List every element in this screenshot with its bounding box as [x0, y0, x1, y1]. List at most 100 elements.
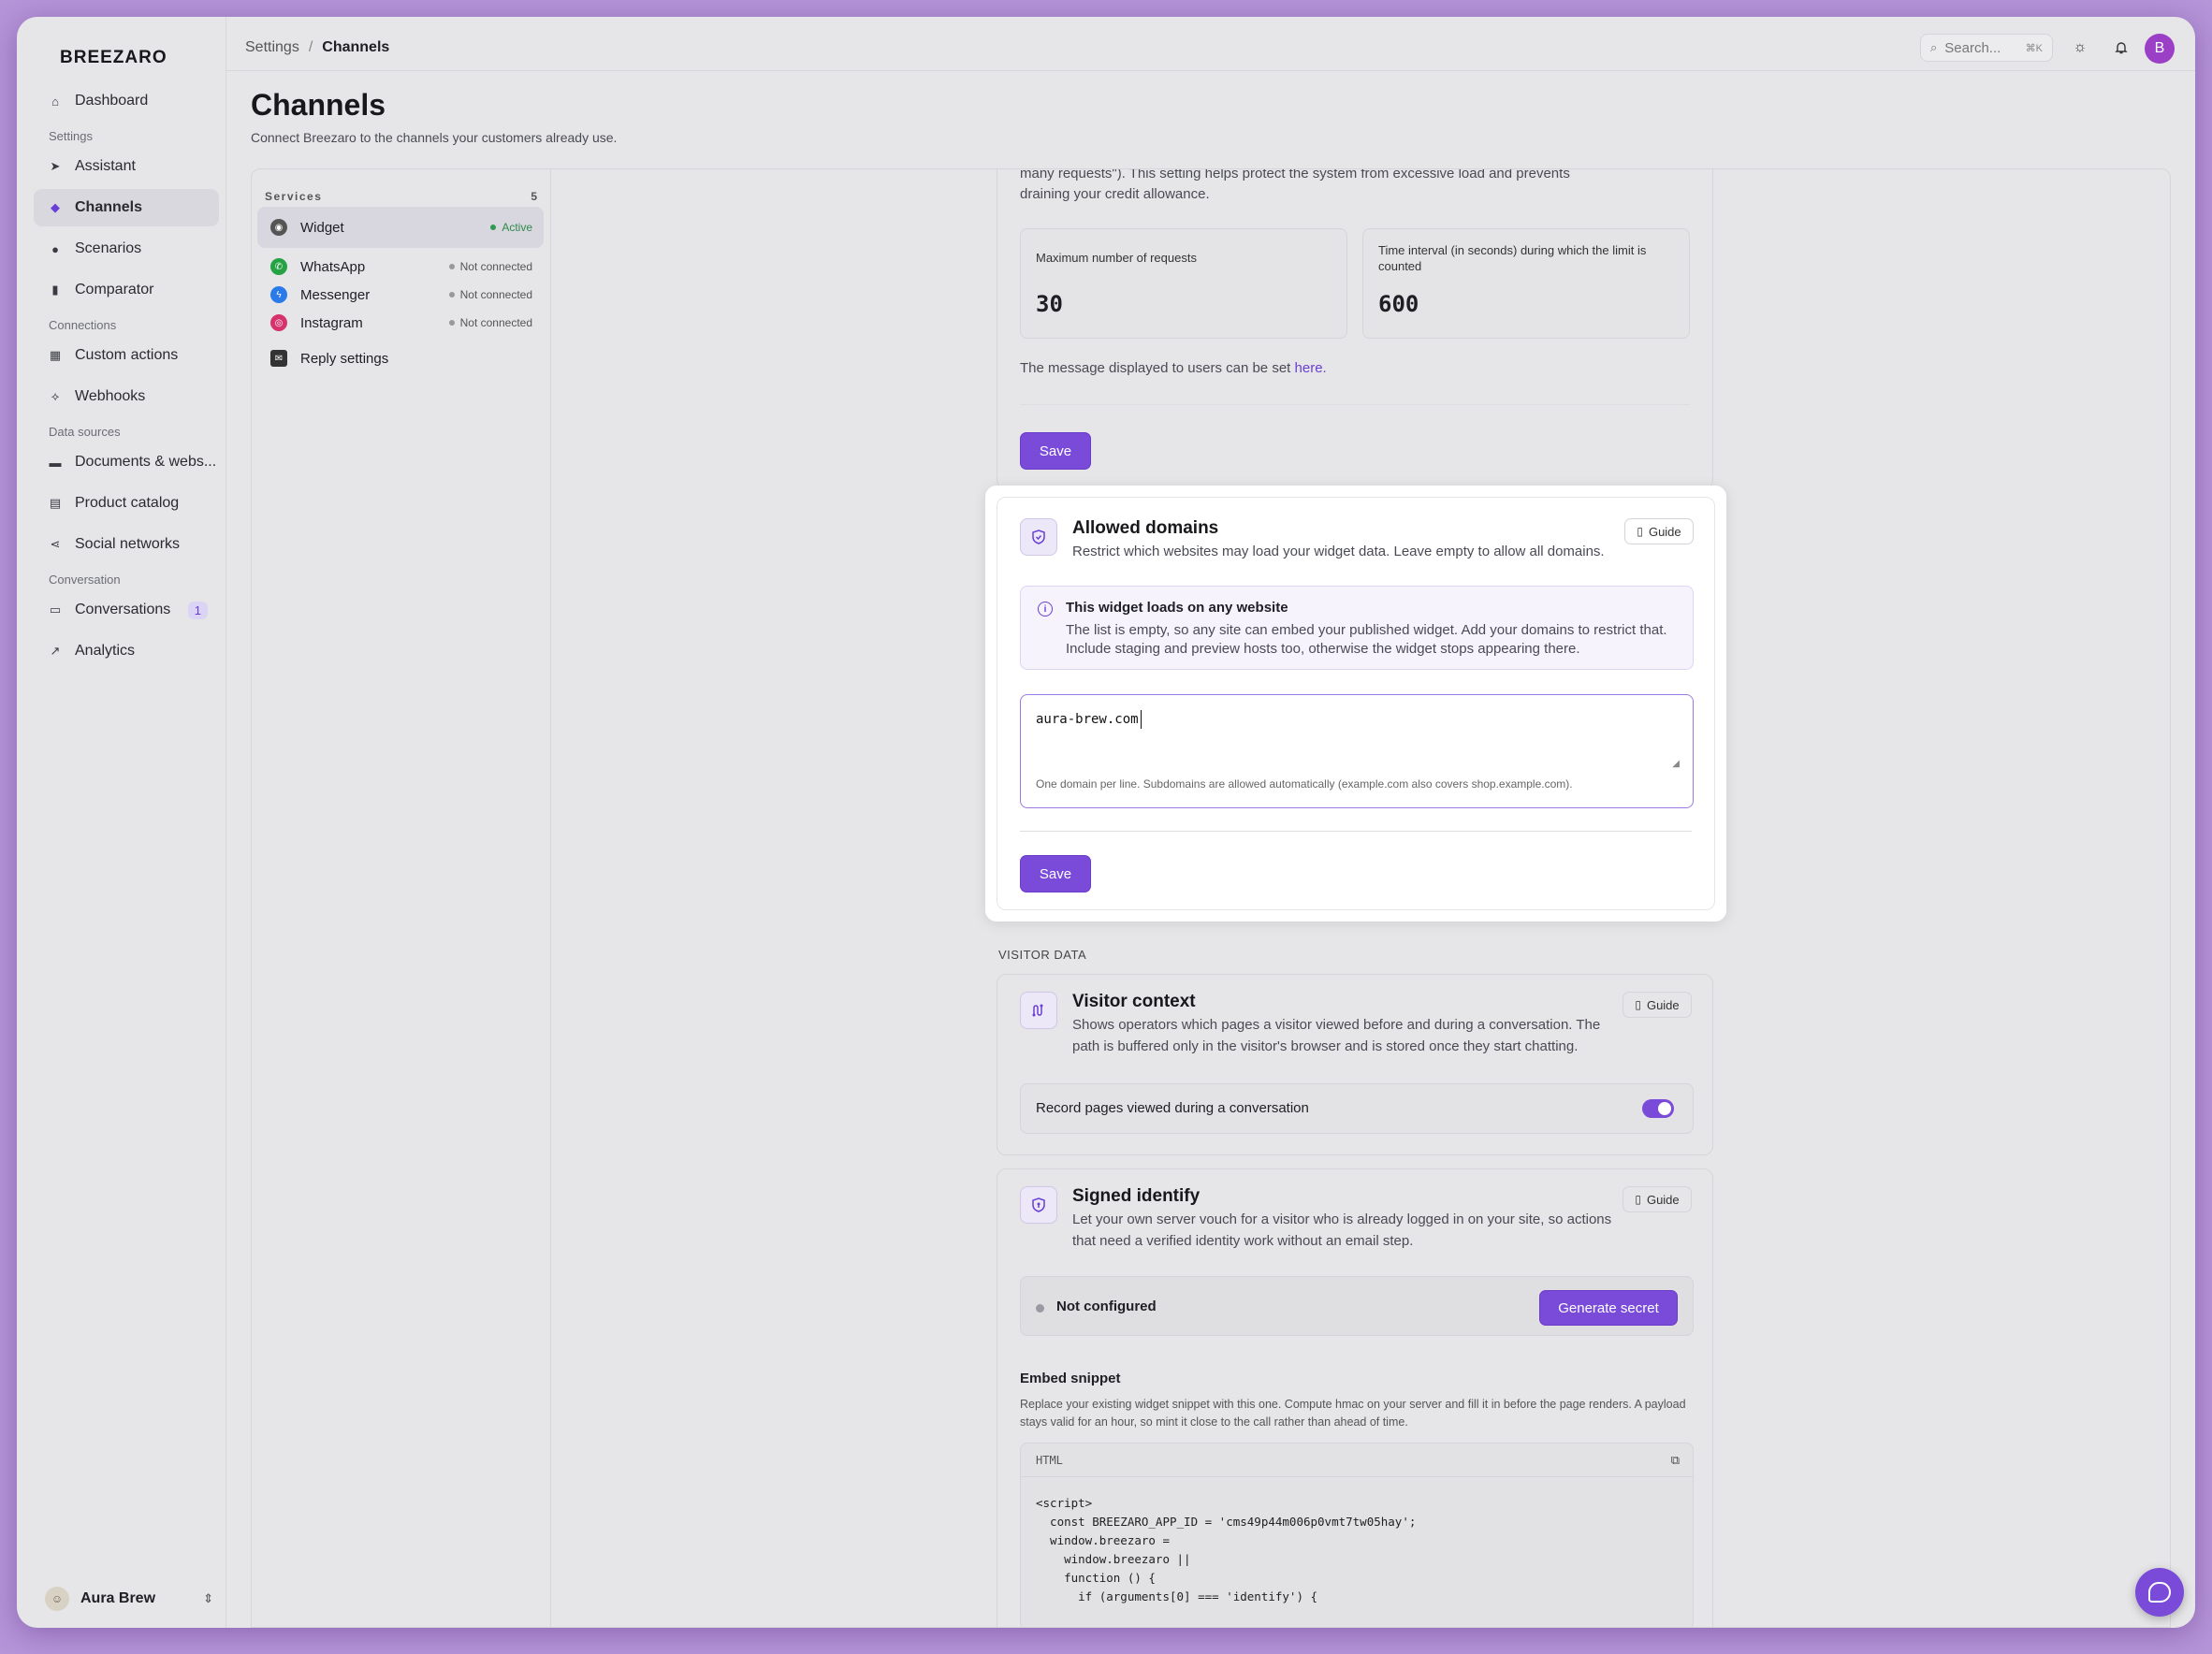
sidebar-item-label: Scenarios — [75, 240, 142, 256]
time-interval-label: Time interval (in seconds) during which … — [1378, 243, 1647, 273]
status-dot-icon — [1036, 1304, 1044, 1313]
rate-limit-desc-1: many requests"). This setting helps prot… — [1020, 168, 1570, 181]
status-dot-icon — [448, 292, 455, 297]
code-line: window.breezaro = — [1036, 1533, 1170, 1547]
chevron-updown-icon: ⇕ — [203, 1591, 213, 1605]
embed-snippet-desc-1: Replace your existing widget snippet wit… — [1020, 1398, 1686, 1411]
user-avatar[interactable]: B — [2145, 34, 2175, 64]
breadcrumb: Settings / Channels — [245, 39, 389, 56]
nav-section-label: Connections — [49, 318, 117, 332]
signed-identify-guide-button[interactable]: ▯ Guide — [1623, 1186, 1692, 1212]
sidebar-item-assistant[interactable]: ➤ Assistant — [34, 148, 219, 185]
copy-icon[interactable]: ⧉ — [1671, 1453, 1680, 1468]
service-label: Messenger — [300, 286, 371, 303]
info-line-2: Include staging and preview hosts too, o… — [1066, 641, 1580, 657]
sidebar-nav: ⌂ Dashboard Settings ➤ Assistant ◆ Channels ● Sc… — [34, 82, 219, 674]
sidebar-item-label: Dashboard — [75, 93, 149, 109]
service-status: Active — [490, 221, 532, 234]
code-language: HTML — [1036, 1453, 1063, 1467]
code-line: <script> — [1036, 1496, 1093, 1510]
status-dot-icon — [490, 225, 497, 230]
service-label: WhatsApp — [300, 258, 366, 275]
allowed-domains-guide-button[interactable]: ▯ Guide — [1624, 518, 1694, 544]
divider — [1020, 831, 1692, 832]
breadcrumb-current: Channels — [322, 39, 390, 55]
reply-settings-icon: ✉ — [270, 350, 287, 367]
sidebar-item-label: Conversations — [75, 602, 171, 617]
grid-icon: ▦ — [49, 348, 62, 362]
rate-limit-save-button[interactable]: Save — [1020, 432, 1091, 470]
time-interval-value: 600 — [1378, 291, 1419, 317]
sidebar-item-channels[interactable]: ◆ Channels — [34, 189, 219, 226]
visitor-context-desc-1: Shows operators which pages a visitor vi… — [1072, 1017, 1601, 1033]
code-line: function () { — [1036, 1571, 1156, 1585]
message-note: The message displayed to users can be se… — [1020, 358, 1327, 379]
generate-secret-button[interactable]: Generate secret — [1539, 1290, 1678, 1326]
allowed-domains-save-button[interactable]: Save — [1020, 855, 1091, 892]
max-requests-value: 30 — [1036, 291, 1063, 317]
org-switcher[interactable]: ☺ Aura Brew ⇕ — [45, 1587, 213, 1611]
signed-identify-desc-1: Let your own server vouch for a visitor … — [1072, 1211, 1612, 1227]
book-icon: ▯ — [1635, 998, 1641, 1011]
sidebar-item-comparator[interactable]: ▮ Comparator — [34, 271, 219, 309]
whatsapp-icon: ✆ — [270, 258, 287, 275]
service-status-text: Not connected — [459, 288, 532, 301]
sidebar-item-analytics[interactable]: ↗ Analytics — [34, 632, 219, 670]
bell-icon[interactable] — [2113, 39, 2130, 56]
message-icon: ▭ — [49, 602, 62, 617]
service-widget[interactable]: ◉ Widget Active — [257, 207, 544, 248]
sidebar-item-documents-webs[interactable]: ▬ Documents & webs... — [34, 443, 219, 481]
page-subtitle: Connect Breezaro to the channels your cu… — [251, 130, 618, 145]
signed-identify-card: Signed identify Let your own server vouc… — [997, 1168, 1713, 1627]
sidebar-item-label: Documents & webs... — [75, 454, 217, 470]
instagram-icon: ◎ — [270, 314, 287, 331]
visitor-context-guide-button[interactable]: ▯ Guide — [1623, 992, 1692, 1018]
sidebar-item-social-networks[interactable]: ⋖ Social networks — [34, 526, 219, 563]
service-status: Not connected — [448, 260, 532, 273]
service-label: Instagram — [300, 314, 363, 331]
code-header: HTML ⧉ — [1021, 1444, 1693, 1477]
domains-textarea-value: aura-brew.com — [1036, 712, 1139, 727]
service-label: Reply settings — [300, 350, 389, 367]
chat-launcher-button[interactable] — [2135, 1568, 2184, 1617]
sidebar-item-custom-actions[interactable]: ▦ Custom actions — [34, 337, 219, 374]
route-icon — [1020, 992, 1057, 1029]
message-link[interactable]: here. — [1295, 360, 1327, 376]
org-avatar-icon: ☺ — [45, 1587, 69, 1611]
unread-count-badge: 1 — [187, 601, 208, 619]
sidebar: BREEZARO ⌂ Dashboard Settings ➤ Assistant ◆ Ch… — [17, 17, 226, 1628]
folder-icon: ▬ — [49, 455, 62, 470]
sidebar-item-scenarios[interactable]: ● Scenarios — [34, 230, 219, 268]
time-interval-box[interactable]: Time interval (in seconds) during which … — [1362, 228, 1690, 339]
signed-identify-title: Signed identify — [1072, 1186, 1201, 1206]
rate-limit-card: many requests"). This setting helps prot… — [997, 168, 1713, 489]
breadcrumb-settings[interactable]: Settings — [245, 39, 299, 55]
sidebar-item-label: Product catalog — [75, 495, 180, 511]
theme-toggle-icon[interactable]: ☼ — [2072, 39, 2088, 56]
search-box[interactable]: ⌕ Search... ⌘K — [1920, 34, 2053, 62]
store-icon: ▤ — [49, 496, 62, 510]
brand-logo[interactable]: BREEZARO — [60, 48, 167, 68]
domains-hint: One domain per line. Subdomains are allo… — [1036, 777, 1573, 791]
service-reply-settings[interactable]: ✉ Reply settings — [257, 338, 544, 379]
code-block: HTML ⧉ <script> const BREEZARO_APP_ID = … — [1020, 1443, 1694, 1627]
visitor-data-label: VISITOR DATA — [998, 948, 1087, 962]
domains-textarea[interactable]: aura-brew.com ◢ One domain per line. Sub… — [1020, 694, 1694, 808]
sidebar-item-webhooks[interactable]: ⟡ Webhooks — [34, 378, 219, 415]
sidebar-item-label: Custom actions — [75, 347, 179, 363]
book-icon: ▯ — [1635, 1193, 1641, 1206]
info-line-1: The list is empty, so any site can embed… — [1066, 622, 1667, 638]
sidebar-item-dashboard[interactable]: ⌂ Dashboard — [34, 82, 219, 120]
sidebar-item-label: Social networks — [75, 536, 181, 552]
sidebar-item-product-catalog[interactable]: ▤ Product catalog — [34, 485, 219, 522]
divider — [1020, 404, 1690, 405]
resize-handle-icon[interactable]: ◢ — [1672, 759, 1680, 769]
services-count: 5 — [531, 190, 537, 203]
sidebar-item-label: Channels — [75, 199, 143, 215]
max-requests-box[interactable]: Maximum number of requests 30 — [1020, 228, 1347, 339]
settings-content: many requests"). This setting helps prot… — [551, 169, 2170, 1627]
record-pages-toggle[interactable] — [1642, 1099, 1674, 1118]
sidebar-item-label: Webhooks — [75, 388, 146, 404]
sidebar-item-conversations[interactable]: ▭ Conversations 1 — [34, 591, 219, 629]
puzzle-icon: ◆ — [51, 200, 60, 214]
